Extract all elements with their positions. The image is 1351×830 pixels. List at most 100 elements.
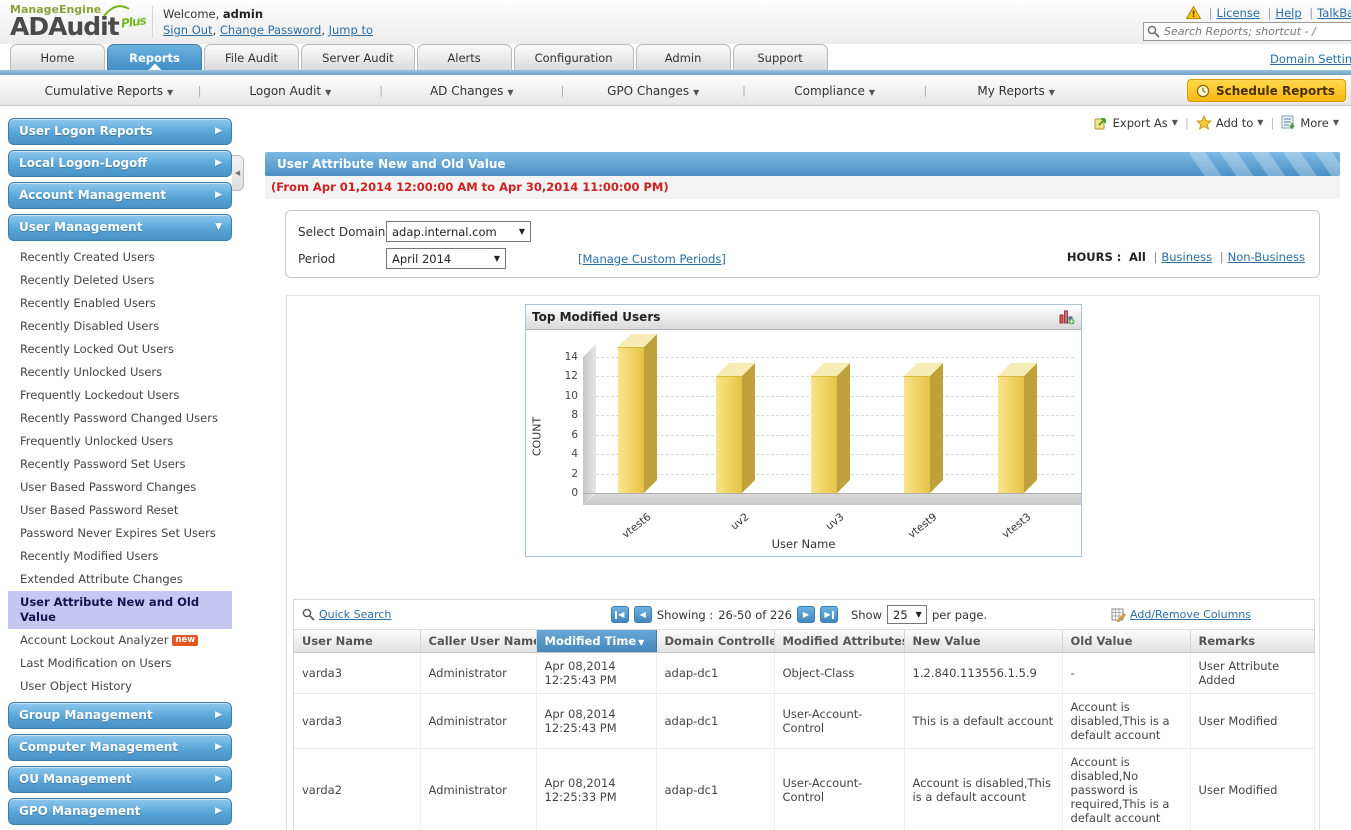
jump-to-link[interactable]: Jump to [329,23,373,37]
domain-settings-link[interactable]: Domain Settings [1270,52,1351,66]
sidebar-item-user-based-password-changes[interactable]: User Based Password Changes [8,476,232,499]
new-badge: new [172,635,198,646]
sidebar-group-computer-management[interactable]: Computer Management▶ [8,734,232,761]
export-as-button[interactable]: Export As▼ [1094,115,1178,130]
change-password-link[interactable]: Change Password [220,23,321,37]
separator: | [1309,6,1313,20]
subnav-item-logon-audit[interactable]: Logon Audit▼ [201,84,379,98]
sidebar-report-list: Recently Created UsersRecently Deleted U… [8,246,232,698]
hours-all-option[interactable]: All [1129,250,1146,264]
welcome-label: Welcome, [163,7,219,21]
column-header-remarks[interactable]: Remarks [1190,630,1314,653]
star-icon [1196,115,1212,130]
tab-file-audit[interactable]: File Audit [204,44,299,70]
column-header-old-value[interactable]: Old Value [1062,630,1190,653]
sidebar-collapse-handle[interactable]: ◀ [232,155,244,191]
warning-icon[interactable]: ! [1186,6,1201,19]
y-tick-label: 10 [534,390,578,402]
chevron-down-icon: ▼ [507,88,513,97]
add-to-button[interactable]: Add to▼ [1196,115,1264,130]
sidebar-item-recently-locked-out-users[interactable]: Recently Locked Out Users [8,338,232,361]
hours-non-business-option[interactable]: Non-Business [1228,250,1305,264]
tab-support[interactable]: Support [733,44,828,70]
quick-search-button[interactable]: Quick Search [302,608,542,621]
table-row: varda2AdministratorApr 08,2014 12:25:33 … [294,749,1314,830]
page-size-value: 25 [893,608,908,622]
sidebar-item-frequently-lockedout-users[interactable]: Frequently Lockedout Users [8,384,232,407]
column-header-modified-attributes[interactable]: Modified Attributes [774,630,904,653]
manageengine-adaudit-logo: ManageEngine ADAuditPlus [10,3,150,42]
schedule-reports-button[interactable]: Schedule Reports [1187,79,1346,102]
subnav-item-gpo-changes[interactable]: GPO Changes▼ [564,84,742,98]
sidebar-group-ou-management[interactable]: OU Management▶ [8,766,232,793]
next-page-button[interactable]: ▶ [797,606,815,623]
sidebar-item-user-object-history[interactable]: User Object History [8,675,232,698]
sidebar-group-local-logon-logoff[interactable]: Local Logon-Logoff▶ [8,150,232,177]
last-page-icon [832,611,834,619]
sidebar-item-recently-unlocked-users[interactable]: Recently Unlocked Users [8,361,232,384]
column-header-caller-user-name[interactable]: Caller User Name [420,630,536,653]
sidebar-item-recently-password-set-users[interactable]: Recently Password Set Users [8,453,232,476]
page-size-select[interactable]: 25▼ [887,605,927,624]
sidebar-group-user-management[interactable]: User Management▼ [8,214,232,241]
tab-alerts[interactable]: Alerts [417,44,512,70]
tab-server-audit[interactable]: Server Audit [301,44,415,70]
bar-side-face [837,363,850,493]
separator: | [1220,250,1224,264]
sidebar-item-recently-password-changed-users[interactable]: Recently Password Changed Users [8,407,232,430]
column-header-domain-controller[interactable]: Domain Controller [656,630,774,653]
sidebar-item-recently-modified-users[interactable]: Recently Modified Users [8,545,232,568]
tab-home[interactable]: Home [10,44,105,70]
search-icon [302,608,315,621]
search-input[interactable] [1143,22,1351,41]
sidebar-item-recently-disabled-users[interactable]: Recently Disabled Users [8,315,232,338]
more-button[interactable]: More▼ [1281,115,1339,130]
sidebar-group-user-logon-reports[interactable]: User Logon Reports▶ [8,118,232,145]
column-header-new-value[interactable]: New Value [904,630,1062,653]
manage-custom-periods-link[interactable]: [Manage Custom Periods] [578,252,726,266]
bar-uv2 [716,363,755,493]
tab-reports[interactable]: Reports [107,44,202,70]
sidebar-group-group-management[interactable]: Group Management▶ [8,702,232,729]
license-link[interactable]: License [1217,6,1260,20]
per-page-label: per page. [932,608,987,622]
subnav-item-compliance[interactable]: Compliance▼ [746,84,924,98]
sidebar-item-user-based-password-reset[interactable]: User Based Password Reset [8,499,232,522]
sidebar-item-last-modification-on-users[interactable]: Last Modification on Users [8,652,232,675]
sidebar-item-extended-attribute-changes[interactable]: Extended Attribute Changes [8,568,232,591]
separator: | [1153,250,1157,264]
column-header-user-name[interactable]: User Name [294,630,420,653]
sign-out-link[interactable]: Sign Out [163,23,213,37]
sidebar-item-password-never-expires-set-users[interactable]: Password Never Expires Set Users [8,522,232,545]
sidebar-item-recently-enabled-users[interactable]: Recently Enabled Users [8,292,232,315]
sidebar-item-account-lockout-analyzer[interactable]: Account Lockout Analyzernew [8,629,232,652]
sidebar-item-user-attribute-new-and-old-value[interactable]: User Attribute New and Old Value [8,591,232,629]
hours-business-option[interactable]: Business [1161,250,1212,264]
sidebar-group-account-management[interactable]: Account Management▶ [8,182,232,209]
chevron-right-icon: ▶ [215,799,222,824]
bar-side-face [742,363,755,493]
first-page-button[interactable]: ◀ [611,606,629,623]
sidebar-item-recently-created-users[interactable]: Recently Created Users [8,246,232,269]
subnav-item-cumulative-reports[interactable]: Cumulative Reports▼ [20,84,198,98]
subnav-item-my-reports[interactable]: My Reports▼ [927,84,1105,98]
last-page-button[interactable]: ▶ [820,606,838,623]
bar-chart: COUNT14121086420vtest6uv2uv3vtest9vtest3… [526,330,1081,556]
domain-select-value: adap.internal.com [392,225,497,239]
chart-options-icon[interactable] [1059,309,1075,325]
previous-page-button[interactable]: ◀ [634,606,652,623]
cell-time: Apr 08,2014 12:25:43 PM [536,653,656,694]
subnav-item-ad-changes[interactable]: AD Changes▼ [383,84,561,98]
sidebar-item-recently-deleted-users[interactable]: Recently Deleted Users [8,269,232,292]
period-select[interactable]: April 2014▼ [386,248,506,269]
tab-admin[interactable]: Admin [636,44,731,70]
talkback-link[interactable]: TalkBack [1317,6,1351,20]
sidebar-item-frequently-unlocked-users[interactable]: Frequently Unlocked Users [8,430,232,453]
sidebar-group-gpo-management[interactable]: GPO Management▶ [8,798,232,825]
chevron-right-icon: ▶ [215,735,222,760]
tab-configuration[interactable]: Configuration [514,44,634,70]
domain-select[interactable]: adap.internal.com▼ [386,221,531,242]
add-remove-columns-button[interactable]: Add/Remove Columns [1056,608,1306,622]
column-header-modified-time[interactable]: Modified Time▼ [536,630,656,653]
help-link[interactable]: Help [1275,6,1301,20]
